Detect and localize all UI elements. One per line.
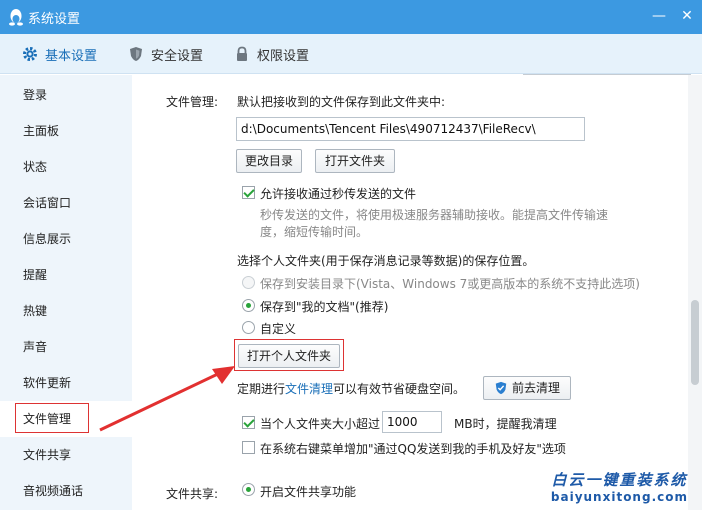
settings-sidebar: 登录 主面板 状态 会话窗口 信息展示 提醒 热键 声音 软件更新 文件管理 文… — [0, 75, 132, 510]
tab-label: 权限设置 — [257, 48, 310, 64]
flash-transfer-description-line1: 秒传发送的文件，将使用极速服务器辅助接收。能提高文件传输速 — [260, 208, 609, 222]
cleanup-hint-prefix: 定期进行 — [237, 382, 286, 396]
open-personal-folder-button[interactable]: 打开个人文件夹 — [238, 344, 340, 368]
cleanup-hint-suffix: 可以有效节省硬盘空间。 — [333, 382, 466, 396]
go-cleanup-label: 前去清理 — [511, 381, 560, 395]
window-title: 系统设置 — [28, 12, 81, 27]
radio-install-directory-label: 保存到安装目录下(Vista、Windows 7或更高版本的系统不支持此选项) — [260, 277, 640, 291]
enable-file-sharing-checkbox[interactable] — [242, 483, 255, 496]
sidebar-item-info-display[interactable]: 信息展示 — [0, 221, 132, 257]
lock-icon — [237, 46, 247, 61]
shield-icon — [130, 47, 142, 61]
radio-my-documents-label: 保存到"我的文档"(推荐) — [260, 300, 389, 314]
context-menu-checkbox[interactable] — [242, 441, 255, 454]
title-bar: 系统设置 — ✕ — [0, 0, 702, 34]
sidebar-item-chat-window[interactable]: 会话窗口 — [0, 185, 132, 221]
sidebar-item-hotkeys[interactable]: 热键 — [0, 293, 132, 329]
watermark-url: baiyunxitong.com — [550, 490, 688, 504]
radio-custom-label: 自定义 — [260, 322, 297, 336]
size-limit-label: 当个人文件夹大小超过 — [260, 417, 381, 431]
radio-custom[interactable] — [242, 321, 255, 334]
content-scrollbar[interactable] — [688, 75, 702, 510]
watermark: 白云一键重装系统 baiyunxitong.com — [551, 469, 688, 504]
sidebar-item-software-update[interactable]: 软件更新 — [0, 365, 132, 401]
radio-my-documents[interactable] — [242, 299, 255, 312]
sidebar-item-av-call[interactable]: 音视频通话 — [0, 473, 132, 509]
settings-tabs: 基本设置 安全设置 权限设置 — [0, 34, 702, 99]
cleanup-hint: 定期进行文件清理可以有效节省硬盘空间。 — [237, 380, 465, 397]
red-highlight-box — [15, 403, 89, 433]
file-management-section-label: 文件管理: — [166, 95, 219, 109]
radio-install-directory[interactable] — [242, 276, 255, 289]
qq-penguin-icon — [9, 9, 23, 26]
tab-permission-settings[interactable]: 权限设置 — [234, 34, 309, 74]
enable-file-sharing-label: 开启文件共享功能 — [260, 485, 357, 499]
file-cleanup-link[interactable]: 文件清理 — [285, 382, 333, 396]
size-limit-input[interactable]: 1000 — [382, 411, 442, 433]
sidebar-item-file-sharing[interactable]: 文件共享 — [0, 437, 132, 473]
allow-flash-transfer-checkbox[interactable] — [242, 186, 255, 199]
settings-content: 文件管理: 默认把接收到的文件保存到此文件夹中: d:\Documents\Te… — [132, 75, 688, 510]
sidebar-item-main-panel[interactable]: 主面板 — [0, 113, 132, 149]
allow-flash-transfer-label: 允许接收通过秒传发送的文件 — [260, 187, 417, 201]
sidebar-item-file-management[interactable]: 文件管理 — [0, 401, 132, 437]
open-folder-button[interactable]: 打开文件夹 — [315, 149, 395, 173]
tab-basic-settings[interactable]: 基本设置 — [22, 34, 97, 74]
minimize-button[interactable]: — — [648, 6, 670, 26]
scrollbar-thumb[interactable] — [691, 300, 699, 385]
context-menu-label: 在系统右键菜单增加"通过QQ发送到我的手机及好友"选项 — [260, 442, 566, 456]
tab-label: 安全设置 — [151, 48, 204, 64]
close-button[interactable]: ✕ — [676, 6, 698, 26]
go-cleanup-button[interactable]: 前去清理 — [483, 376, 571, 400]
sidebar-item-sound[interactable]: 声音 — [0, 329, 132, 365]
tab-security-settings[interactable]: 安全设置 — [128, 34, 203, 74]
gear-icon — [23, 47, 37, 61]
personal-folder-hint: 选择个人文件夹(用于保存消息记录等数据)的保存位置。 — [237, 254, 535, 268]
size-limit-unit: MB时，提醒我清理 — [454, 417, 557, 431]
flash-transfer-description-line2: 度，缩短传输时间。 — [260, 225, 369, 239]
sidebar-item-reminder[interactable]: 提醒 — [0, 257, 132, 293]
shield-check-icon — [495, 381, 507, 395]
sidebar-item-status[interactable]: 状态 — [0, 149, 132, 185]
size-limit-checkbox[interactable] — [242, 416, 255, 429]
file-sharing-section-label: 文件共享: — [166, 487, 219, 501]
save-location-hint: 默认把接收到的文件保存到此文件夹中: — [237, 95, 446, 109]
tab-label: 基本设置 — [45, 48, 98, 64]
watermark-title: 白云一键重装系统 — [551, 471, 688, 489]
change-directory-button[interactable]: 更改目录 — [236, 149, 302, 173]
receive-folder-path[interactable]: d:\Documents\Tencent Files\490712437\Fil… — [236, 117, 585, 141]
sidebar-item-login[interactable]: 登录 — [0, 77, 132, 113]
